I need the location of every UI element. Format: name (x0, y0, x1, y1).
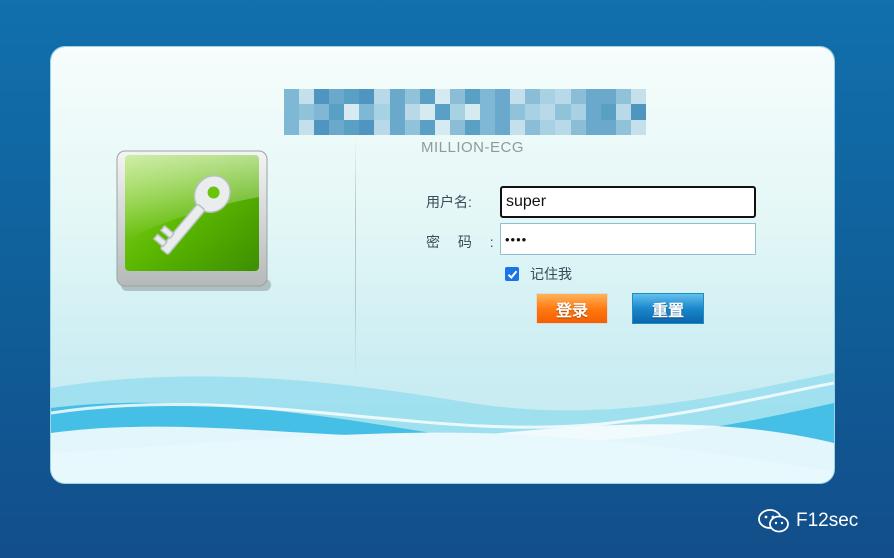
pixel-block (495, 89, 511, 105)
pixel-block (404, 119, 420, 135)
pixel-block (585, 89, 601, 105)
pixel-block (389, 89, 405, 105)
pixel-block (374, 89, 390, 105)
pixel-block (585, 104, 601, 120)
password-label: 密 码 : (426, 234, 501, 250)
watermark: F12sec (758, 508, 858, 534)
pixel-block (480, 89, 496, 105)
pixel-block (570, 89, 586, 105)
pixel-block (329, 104, 345, 120)
pixel-block (525, 104, 541, 120)
pixel-block (570, 119, 586, 135)
key-icon (116, 150, 271, 291)
pixel-block (464, 104, 481, 120)
username-input[interactable] (500, 186, 756, 218)
pixel-block (434, 119, 450, 135)
pixel-block (449, 119, 465, 135)
pixel-block (374, 119, 390, 135)
pixel-block (314, 104, 330, 120)
pixel-block (404, 104, 420, 120)
pixel-block (284, 89, 300, 105)
pixel-block (630, 119, 646, 135)
pixel-block (314, 119, 330, 135)
pixel-block (464, 89, 481, 105)
login-panel: MILLION-ECG 用户名: super 密 码: •••• 记住我 登录… (51, 47, 834, 483)
pixel-block (540, 119, 556, 135)
pixel-block (434, 104, 450, 120)
pixel-block (404, 89, 420, 105)
pixel-block (615, 119, 631, 135)
pixel-block (510, 119, 526, 135)
pixel-block (434, 89, 450, 105)
checkmark-icon (507, 270, 517, 279)
pixel-block (314, 89, 330, 105)
pixel-block (359, 104, 375, 120)
password-mask: •••• (505, 231, 528, 247)
pixel-block (449, 89, 465, 105)
pixel-block (299, 89, 315, 105)
pixel-block (419, 119, 435, 135)
username-label: 用户名: (426, 194, 472, 210)
watermark-text: F12sec (796, 510, 859, 531)
pixel-block (540, 89, 556, 105)
vertical-divider (355, 137, 356, 377)
pixel-block (570, 104, 586, 120)
pixel-block (600, 89, 616, 105)
remember-me[interactable]: 记住我 (505, 264, 572, 284)
pixel-block (615, 104, 631, 120)
pixel-block (374, 104, 390, 120)
pixel-block (480, 104, 496, 120)
pixel-block (299, 119, 315, 135)
pixel-block (600, 119, 616, 135)
wechat-icon (758, 509, 789, 533)
pixel-block (284, 119, 300, 135)
password-input[interactable]: •••• (500, 223, 756, 255)
wave-decoration (51, 373, 834, 483)
pixel-block (344, 119, 360, 135)
pixel-block (555, 119, 571, 135)
pixel-block (495, 119, 511, 135)
pixel-block (585, 119, 601, 135)
pixel-block (359, 89, 375, 105)
pixel-block (630, 104, 646, 120)
app-subtitle: MILLION-ECG (421, 139, 525, 156)
pixel-block (495, 104, 511, 120)
pixel-block (464, 119, 481, 135)
pixel-block (329, 89, 345, 105)
pixel-block (329, 119, 345, 135)
pixel-block (510, 89, 526, 105)
pixel-block (344, 89, 360, 105)
remember-checkbox[interactable] (505, 267, 519, 281)
pixel-block (419, 89, 435, 105)
pixel-block (630, 89, 646, 105)
login-button[interactable]: 登录 (536, 293, 608, 324)
pixel-block (555, 89, 571, 105)
pixel-block (359, 119, 375, 135)
reset-button[interactable]: 重置 (632, 293, 704, 324)
pixel-block (419, 104, 435, 120)
pixelated-title (284, 89, 646, 135)
pixel-block (525, 89, 541, 105)
pixel-block (480, 119, 496, 135)
pixel-block (615, 89, 631, 105)
pixel-block (299, 104, 315, 120)
pixel-block (510, 104, 526, 120)
pixel-block (284, 104, 300, 120)
pixel-block (449, 104, 465, 120)
pixel-block (525, 119, 541, 135)
pixel-block (600, 104, 616, 120)
pixel-block (555, 104, 571, 120)
pixel-block (389, 119, 405, 135)
remember-label: 记住我 (530, 266, 572, 282)
pixel-block (344, 104, 360, 120)
pixel-block (540, 104, 556, 120)
pixel-block (389, 104, 405, 120)
